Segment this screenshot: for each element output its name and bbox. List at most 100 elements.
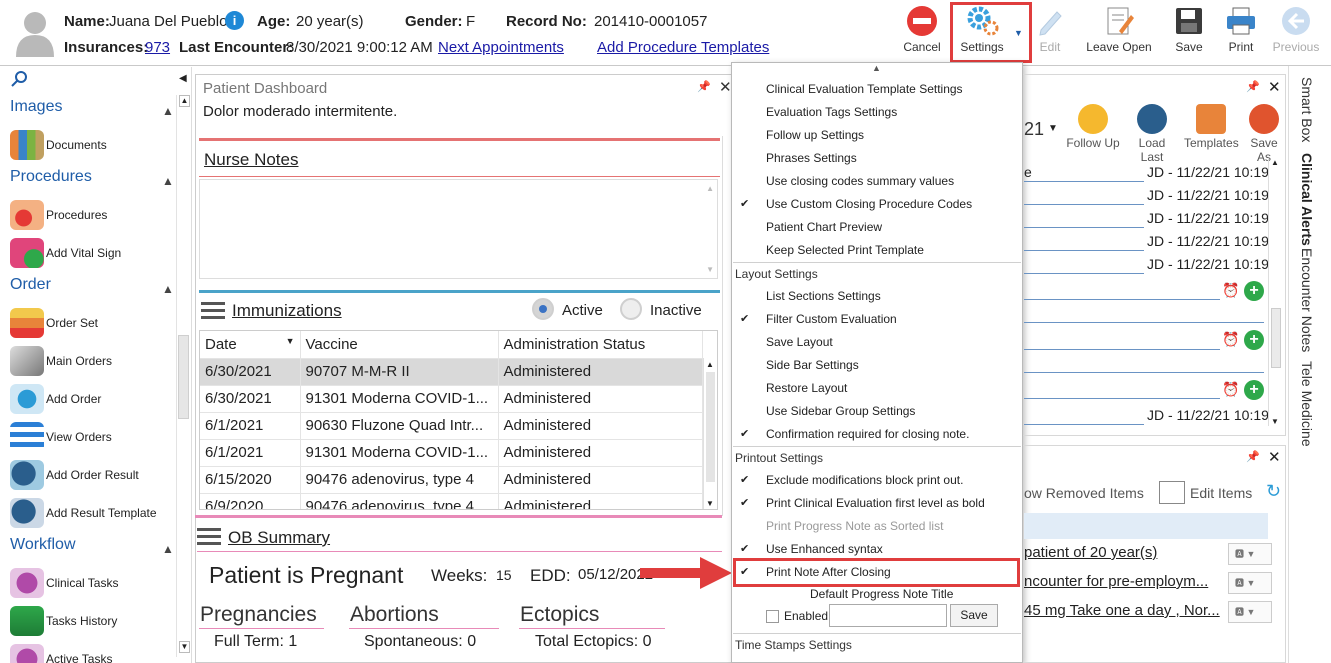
format-dropdown-icon[interactable]: 🅰 ▼	[1228, 543, 1272, 565]
alarm-icon[interactable]: ⏰	[1222, 282, 1239, 299]
menu-item[interactable]: Side Bar Settings	[732, 354, 1022, 376]
nav-add-vital-sign[interactable]: Add Vital Sign	[10, 237, 121, 269]
grid-scrollbar[interactable]: ▲ ▼	[703, 358, 717, 509]
tab-clinical-alerts[interactable]: Clinical Alerts	[1299, 153, 1315, 246]
chevron-up-icon[interactable]: ▲	[162, 542, 174, 556]
default-title-save-button[interactable]: Save	[950, 604, 998, 627]
nav-add-order-result[interactable]: Add Order Result	[10, 459, 139, 491]
tab-tele-medicine[interactable]: Tele Medicine	[1299, 361, 1315, 447]
nav-procedures[interactable]: Procedures	[10, 199, 107, 231]
col-header-vaccine[interactable]: Vaccine	[300, 331, 499, 359]
edit-button[interactable]: Edit	[1033, 4, 1067, 54]
save-as-button[interactable]: Save As	[1242, 104, 1286, 164]
menu-item[interactable]: ✔ Confirmation required for closing note.	[732, 423, 1022, 445]
load-last-button[interactable]: Load Last	[1126, 104, 1178, 164]
clinical-panel-scrollbar[interactable]: ▲ ▼	[1268, 158, 1282, 426]
table-row[interactable]: 6/15/2020 90476 adenovirus, type 4 Adminis…	[200, 466, 703, 494]
hamburger-icon[interactable]	[197, 526, 221, 546]
nav-clinical-tasks[interactable]: Clinical Tasks	[10, 567, 118, 599]
inactive-radio[interactable]	[620, 298, 642, 320]
collapse-sidebar-icon[interactable]: ◀	[179, 73, 187, 84]
nav-order-set[interactable]: Order Set	[10, 307, 98, 339]
save-button[interactable]: Save	[1170, 4, 1208, 54]
add-procedure-templates-link[interactable]: Add Procedure Templates	[597, 39, 769, 56]
entry-line[interactable]	[1024, 162, 1144, 182]
nav-active-tasks[interactable]: Active Tasks	[10, 643, 112, 663]
table-row[interactable]: 6/30/2021 91301 Moderna COVID-1... Adminis…	[200, 385, 703, 413]
nav-section-images[interactable]: Images	[10, 98, 62, 116]
edit-items-checkbox[interactable]	[1159, 481, 1185, 504]
menu-item[interactable]: Follow up Settings	[732, 124, 1022, 146]
nav-add-order[interactable]: Add Order	[10, 383, 101, 415]
nurse-notes-textarea[interactable]: ▲ ▼	[199, 179, 718, 279]
chevron-up-icon[interactable]: ▲	[162, 174, 174, 188]
chevron-down-icon[interactable]: ▼	[1048, 123, 1058, 134]
nav-tasks-history[interactable]: Tasks History	[10, 605, 117, 637]
close-icon[interactable]: ✕	[719, 78, 732, 96]
alarm-icon[interactable]: ⏰	[1222, 331, 1239, 348]
nav-view-orders[interactable]: View Orders	[10, 421, 112, 453]
nav-main-orders[interactable]: Main Orders	[10, 345, 112, 377]
search-icon[interactable]	[10, 70, 28, 88]
next-appointments-link[interactable]: Next Appointments	[438, 39, 564, 56]
entry-line[interactable]	[1024, 254, 1144, 274]
pin-icon[interactable]: 📌	[1246, 450, 1260, 463]
menu-item[interactable]: ✔ Use Custom Closing Procedure Codes	[732, 193, 1022, 215]
entry-line[interactable]	[1024, 208, 1144, 228]
menu-item[interactable]: Phrases Settings	[732, 147, 1022, 169]
hamburger-icon[interactable]	[201, 300, 225, 320]
entry-line[interactable]	[1024, 185, 1144, 205]
nav-add-result-template[interactable]: Add Result Template	[10, 497, 157, 529]
nav-documents[interactable]: Documents	[10, 129, 107, 161]
close-icon[interactable]: ✕	[1268, 448, 1281, 466]
menu-item[interactable]: Save Layout	[732, 331, 1022, 353]
entry-line[interactable]	[1024, 231, 1144, 251]
menu-item[interactable]: Restore Layout	[732, 377, 1022, 399]
date-dropdown-value[interactable]: 21	[1024, 119, 1044, 140]
cancel-button[interactable]: Cancel	[900, 4, 944, 54]
table-row[interactable]: 6/1/2021 90630 Fluzone Quad Intr... Admini…	[200, 412, 703, 440]
col-header-date[interactable]: Date ▼	[200, 331, 301, 359]
menu-item[interactable]: Evaluation Tags Settings	[732, 101, 1022, 123]
alarm-icon[interactable]: ⏰	[1222, 381, 1239, 398]
add-plus-icon[interactable]: +	[1244, 380, 1264, 400]
menu-item[interactable]: Use Sidebar Group Settings	[732, 400, 1022, 422]
follow-up-button[interactable]: Follow Up	[1066, 104, 1120, 150]
menu-item[interactable]: List Sections Settings	[732, 285, 1022, 307]
pin-icon[interactable]: 📌	[697, 80, 711, 93]
refresh-icon[interactable]: ↻	[1266, 481, 1281, 502]
list-item[interactable]: 45 mg Take one a day , Nor...	[1024, 602, 1222, 619]
print-button[interactable]: Print	[1222, 4, 1260, 54]
menu-item[interactable]: ✔ Use Enhanced syntax	[732, 538, 1022, 560]
menu-item[interactable]: Keep Selected Print Template	[732, 239, 1022, 261]
enabled-checkbox[interactable]	[766, 610, 779, 623]
leave-open-button[interactable]: Leave Open	[1083, 4, 1155, 54]
menu-item[interactable]: Patient Chart Preview	[732, 216, 1022, 238]
sidebar-scrollbar[interactable]: ▲ ▼	[176, 95, 190, 657]
nav-section-procedures[interactable]: Procedures	[10, 168, 92, 186]
add-plus-icon[interactable]: +	[1244, 281, 1264, 301]
active-radio[interactable]	[532, 298, 554, 320]
format-dropdown-icon[interactable]: 🅰 ▼	[1228, 572, 1272, 594]
pin-icon[interactable]: 📌	[1246, 80, 1260, 93]
menu-item[interactable]: ✔ Exclude modifications block print out.	[732, 469, 1022, 491]
col-header-status[interactable]: Administration Status	[498, 331, 703, 359]
previous-button[interactable]: Previous	[1270, 4, 1322, 54]
tab-encounter-notes[interactable]: Encounter Notes	[1299, 248, 1315, 352]
menu-scroll-up-icon[interactable]: ▲	[872, 63, 881, 73]
chevron-up-icon[interactable]: ▲	[162, 282, 174, 296]
menu-item[interactable]: ✔ Filter Custom Evaluation	[732, 308, 1022, 330]
entry-line[interactable]	[1024, 405, 1144, 425]
default-title-input[interactable]	[829, 604, 947, 627]
nav-section-order[interactable]: Order	[10, 276, 51, 294]
menu-item[interactable]: Clinical Evaluation Template Settings	[732, 78, 1022, 100]
list-item[interactable]: patient of 20 year(s)	[1024, 544, 1222, 561]
show-removed-items-label[interactable]: ow Removed Items	[1024, 485, 1144, 501]
info-icon[interactable]: i	[225, 11, 244, 30]
table-row[interactable]: 6/30/2021 90707 M-M-R II Administered	[200, 358, 703, 386]
insurances-link[interactable]: 973	[145, 39, 170, 56]
chevron-up-icon[interactable]: ▲	[162, 104, 174, 118]
menu-item[interactable]: Use closing codes summary values	[732, 170, 1022, 192]
list-item[interactable]: ncounter for pre-employm...	[1024, 573, 1222, 590]
add-plus-icon[interactable]: +	[1244, 330, 1264, 350]
